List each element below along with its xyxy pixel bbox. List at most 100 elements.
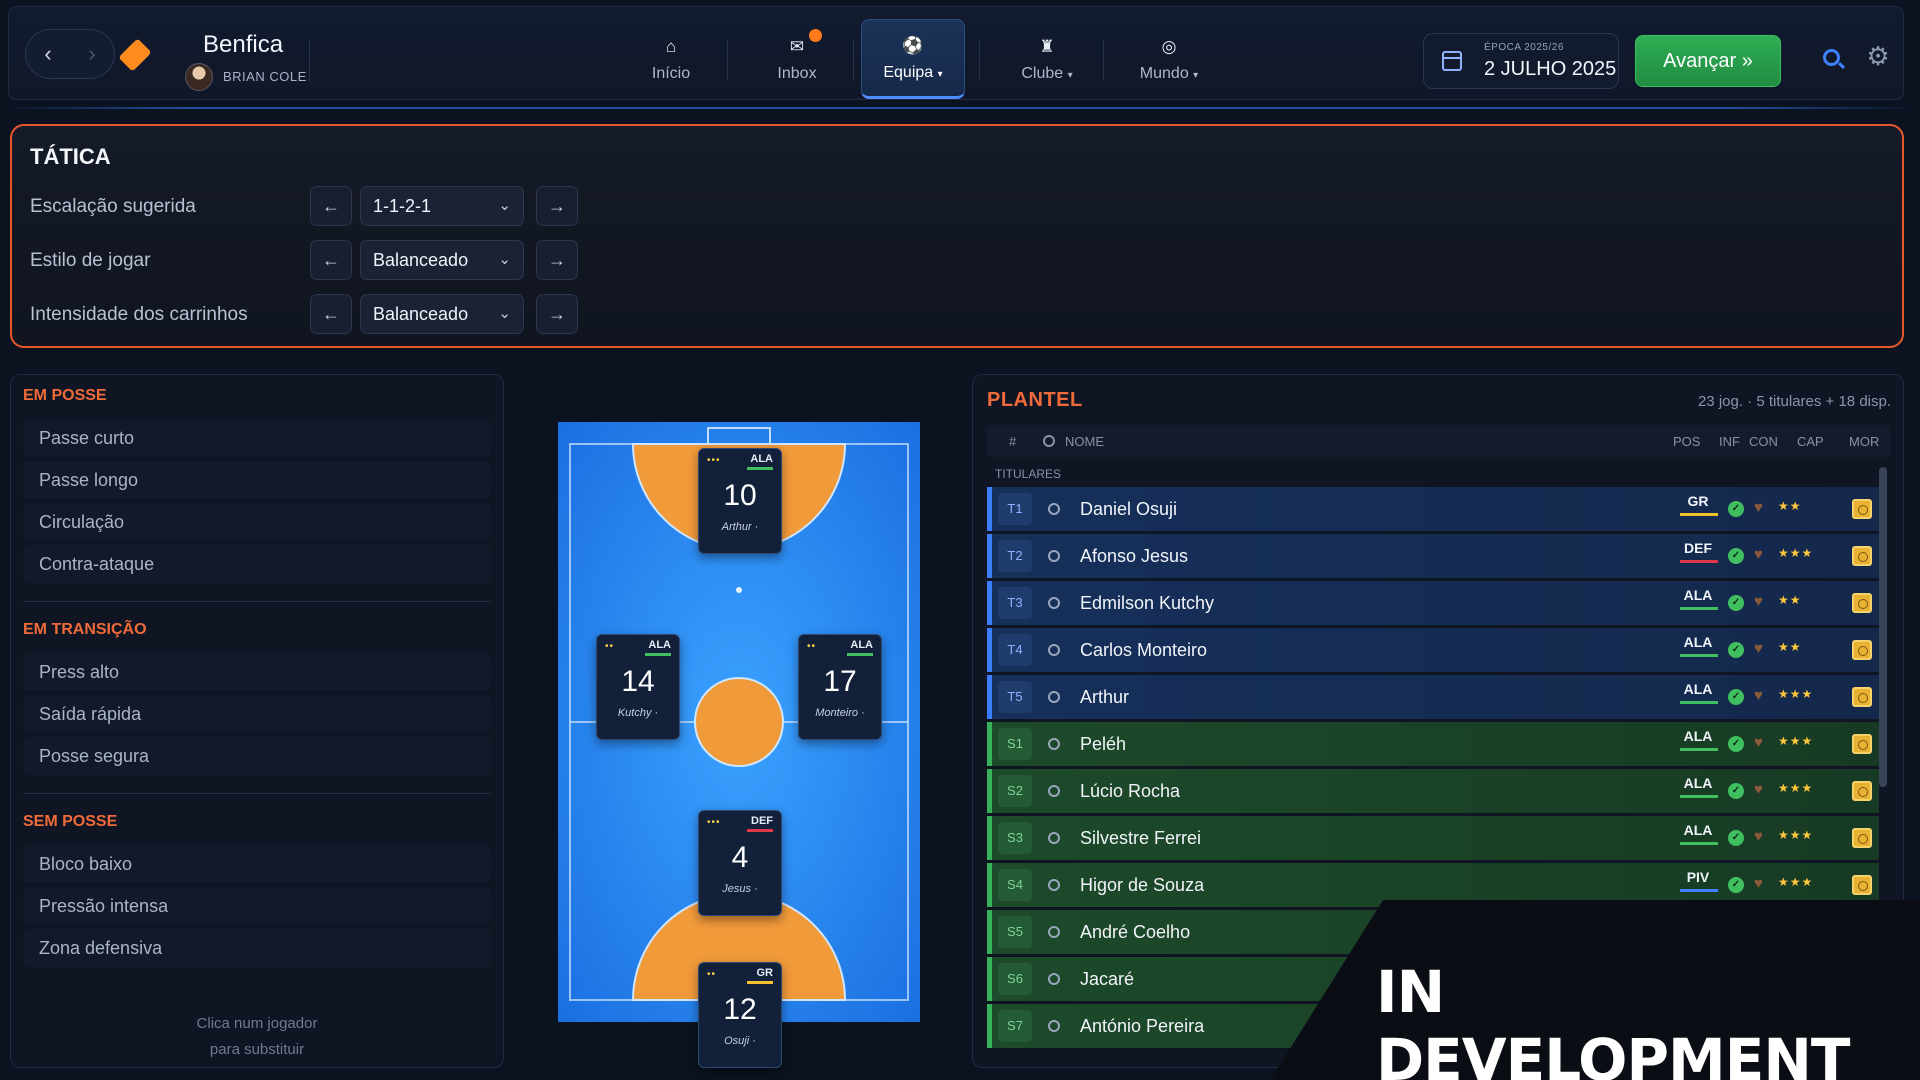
select-radio[interactable]: [1048, 691, 1060, 703]
select-radio[interactable]: [1048, 832, 1060, 844]
nav-inicio[interactable]: ⌂ Início: [619, 19, 723, 99]
style-option[interactable]: Circulação: [23, 503, 491, 541]
table-row[interactable]: T5 Arthur ALA ✓ ♥ ★★★: [987, 675, 1879, 719]
select-all-radio[interactable]: [1043, 435, 1055, 447]
table-row[interactable]: T3 Edmilson Kutchy ALA ✓ ♥ ★★: [987, 581, 1879, 625]
player-name[interactable]: Arthur: [1080, 687, 1129, 708]
select-radio[interactable]: [1048, 973, 1060, 985]
player-card[interactable]: •• ALA 17 Monteiro ·: [798, 634, 882, 740]
nav-mundo[interactable]: ◎ Mundo ▾: [1117, 19, 1221, 99]
player-name[interactable]: Silvestre Ferrei: [1080, 828, 1201, 849]
position-color-bar: [1680, 842, 1718, 845]
column-header[interactable]: MOR: [1849, 434, 1879, 449]
position-color-bar: [1680, 654, 1718, 657]
style-option[interactable]: Pressão intensa: [23, 887, 491, 925]
formation-select[interactable]: 1-1-2-1 ⌄: [360, 186, 524, 226]
select-radio[interactable]: [1048, 738, 1060, 750]
player-name[interactable]: Higor de Souza: [1080, 875, 1204, 896]
ability-stars: ★★★: [1778, 875, 1814, 889]
divider: [23, 793, 491, 794]
fitness-icon: ✓: [1728, 736, 1744, 752]
player-card[interactable]: ••• ALA 10 Arthur ·: [698, 448, 782, 554]
style-option[interactable]: Posse segura: [23, 737, 491, 775]
column-header[interactable]: INF: [1719, 434, 1740, 449]
back-arrow-icon[interactable]: ‹: [44, 41, 51, 67]
table-row[interactable]: S1 Peléh ALA ✓ ♥ ★★★: [987, 722, 1879, 766]
history-nav: ‹ ›: [25, 29, 115, 79]
formation-next-button[interactable]: →: [536, 186, 578, 226]
tackle-intensity-prev-button[interactable]: ←: [310, 294, 352, 334]
position-label: ALA: [1683, 634, 1713, 650]
tackle-intensity-select[interactable]: Balanceado ⌄: [360, 294, 524, 334]
column-header[interactable]: CAP: [1797, 434, 1824, 449]
player-card[interactable]: ••• DEF 4 Jesus ·: [698, 810, 782, 916]
ability-stars: ★★★: [1778, 546, 1814, 560]
style-option[interactable]: Zona defensiva: [23, 929, 491, 967]
play-style-select[interactable]: Balanceado ⌄: [360, 240, 524, 280]
club-name[interactable]: Benfica: [203, 31, 283, 59]
advance-button[interactable]: Avançar »: [1635, 35, 1781, 87]
player-name[interactable]: André Coelho: [1080, 922, 1190, 943]
player-card[interactable]: •• ALA 14 Kutchy ·: [596, 634, 680, 740]
scrollbar[interactable]: [1879, 467, 1887, 787]
table-row[interactable]: S3 Silvestre Ferrei ALA ✓ ♥ ★★★: [987, 816, 1879, 860]
play-style-prev-button[interactable]: ←: [310, 240, 352, 280]
select-radio[interactable]: [1048, 1020, 1060, 1032]
column-header[interactable]: CON: [1749, 434, 1778, 449]
nav-inbox[interactable]: ✉ Inbox: [745, 19, 849, 99]
fitness-icon: ✓: [1728, 548, 1744, 564]
table-row[interactable]: S2 Lúcio Rocha ALA ✓ ♥ ★★★: [987, 769, 1879, 813]
club-logo-icon[interactable]: [118, 38, 152, 72]
style-option[interactable]: Contra-ataque: [23, 545, 491, 583]
tackle-intensity-row: Intensidade dos carrinhos ← Balanceado ⌄ …: [12, 294, 1902, 338]
column-header[interactable]: #: [1009, 434, 1016, 449]
select-radio[interactable]: [1048, 550, 1060, 562]
position-label: GR: [1687, 493, 1709, 509]
heart-icon: ♥: [1754, 546, 1763, 563]
style-option[interactable]: Saída rápida: [23, 695, 491, 733]
position-color-bar: [1680, 795, 1718, 798]
select-radio[interactable]: [1048, 785, 1060, 797]
player-name[interactable]: Edmilson Kutchy: [1080, 593, 1214, 614]
select-radio[interactable]: [1048, 926, 1060, 938]
style-option[interactable]: Bloco baixo: [23, 845, 491, 883]
formation-prev-button[interactable]: ←: [310, 186, 352, 226]
table-row[interactable]: T4 Carlos Monteiro ALA ✓ ♥ ★★: [987, 628, 1879, 672]
date-display[interactable]: ÉPOCA 2025/26 2 JULHO 2025: [1423, 33, 1619, 89]
player-name[interactable]: Daniel Osuji: [1080, 499, 1177, 520]
table-row[interactable]: T2 Afonso Jesus DEF ✓ ♥ ★★★: [987, 534, 1879, 578]
player-name[interactable]: Carlos Monteiro: [1080, 640, 1207, 661]
column-header[interactable]: POS: [1673, 434, 1700, 449]
style-option[interactable]: Press alto: [23, 653, 491, 691]
select-radio[interactable]: [1048, 503, 1060, 515]
forward-arrow-icon[interactable]: ›: [88, 41, 95, 67]
nav-clube[interactable]: ♜ Clube ▾: [995, 19, 1099, 99]
play-style-next-button[interactable]: →: [536, 240, 578, 280]
play-style-row: Estilo de jogar ← Balanceado ⌄ →: [12, 240, 1902, 284]
select-radio[interactable]: [1048, 597, 1060, 609]
search-icon[interactable]: [1823, 49, 1840, 66]
chevron-down-icon: ⌄: [498, 251, 511, 268]
select-radio[interactable]: [1048, 879, 1060, 891]
tackle-intensity-next-button[interactable]: →: [536, 294, 578, 334]
fitness-icon: ✓: [1728, 501, 1744, 517]
player-name[interactable]: António Pereira: [1080, 1016, 1204, 1037]
ability-stars: ★★★: [1778, 734, 1814, 748]
player-name[interactable]: Afonso Jesus: [1080, 546, 1188, 567]
divider: [979, 39, 980, 81]
row-index: T2: [998, 540, 1032, 572]
player-name[interactable]: Jacaré: [1080, 969, 1134, 990]
player-name[interactable]: Lúcio Rocha: [1080, 781, 1180, 802]
style-option[interactable]: Passe curto: [23, 419, 491, 457]
player-card[interactable]: •• GR 12 Osuji ·: [698, 962, 782, 1068]
select-radio[interactable]: [1048, 644, 1060, 656]
table-row[interactable]: T1 Daniel Osuji GR ✓ ♥ ★★: [987, 487, 1879, 531]
ability-stars: ★★★: [1778, 828, 1814, 842]
gear-icon[interactable]: ⚙: [1865, 43, 1891, 69]
position-label: ALA: [1683, 728, 1713, 744]
nav-equipa[interactable]: ⚽ Equipa ▾: [861, 19, 965, 99]
style-option[interactable]: Passe longo: [23, 461, 491, 499]
position-label: ALA: [1683, 587, 1713, 603]
column-header[interactable]: NOME: [1065, 434, 1104, 449]
player-name[interactable]: Peléh: [1080, 734, 1126, 755]
